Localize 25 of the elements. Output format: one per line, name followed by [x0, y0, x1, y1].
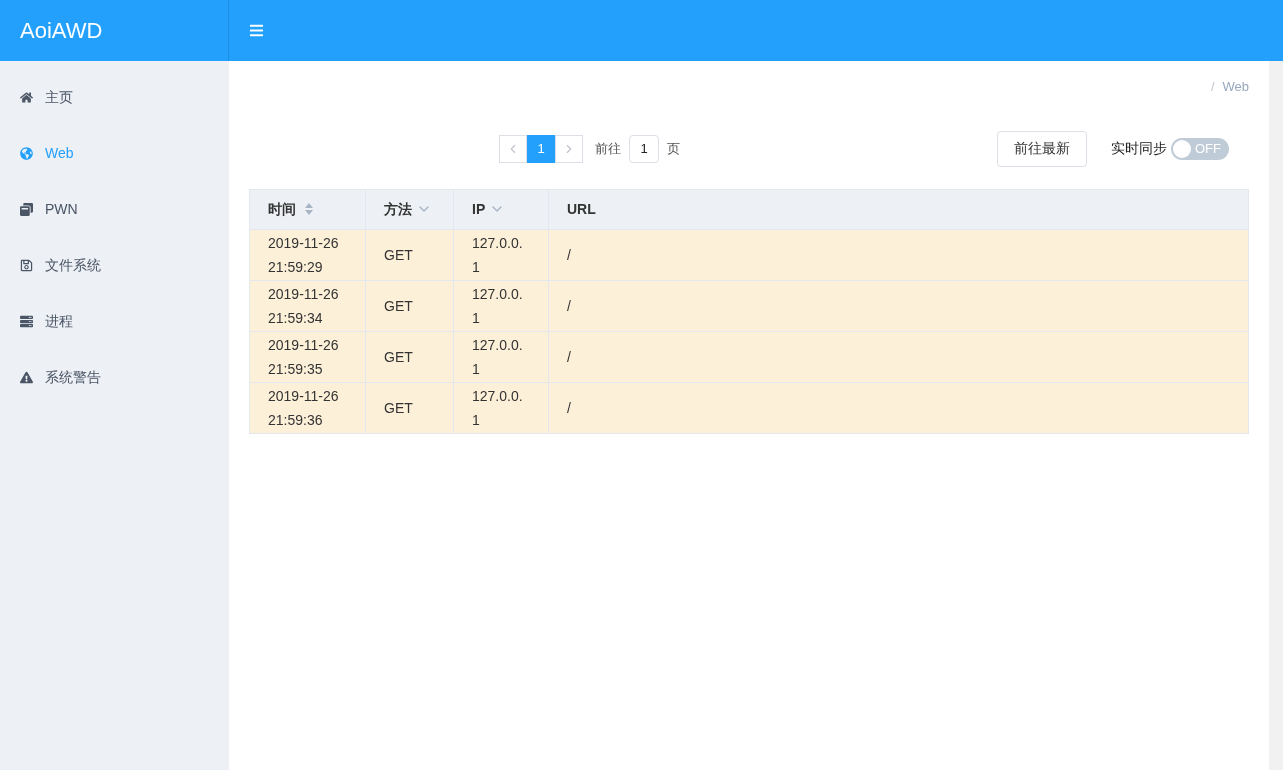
table-cell: GET: [365, 382, 454, 433]
table-cell: 127.0.0.1: [453, 382, 549, 433]
page-suffix: 页: [667, 139, 680, 158]
latest-button[interactable]: 前往最新: [997, 130, 1087, 167]
goto-label: 前往: [595, 139, 621, 158]
sidebar-item[interactable]: 主页: [0, 69, 229, 125]
menu-icon[interactable]: [249, 23, 264, 38]
warning-icon: [20, 370, 33, 384]
previous-page-button[interactable]: [499, 134, 527, 163]
home-icon: [20, 90, 33, 104]
page-input[interactable]: 1: [629, 134, 659, 163]
sidebar-item[interactable]: 系统警告: [0, 349, 229, 405]
sidebar-item[interactable]: 进程: [0, 293, 229, 349]
table-cell: 2019-11-26 21:59:36: [249, 382, 366, 433]
sidebar-item[interactable]: 文件系统: [0, 237, 229, 293]
app-title: AoiAWD: [20, 17, 103, 45]
globe-icon: [20, 146, 33, 160]
server-icon: [20, 314, 33, 328]
windows-icon: [20, 202, 33, 216]
sync-label: 实时同步: [1111, 139, 1167, 158]
next-page-button[interactable]: [555, 134, 583, 163]
sidebar-item[interactable]: PWN: [0, 181, 229, 237]
sort-icon[interactable]: [304, 202, 314, 216]
table-cell: /: [548, 382, 1249, 433]
breadcrumb-separator: /: [1210, 78, 1215, 96]
